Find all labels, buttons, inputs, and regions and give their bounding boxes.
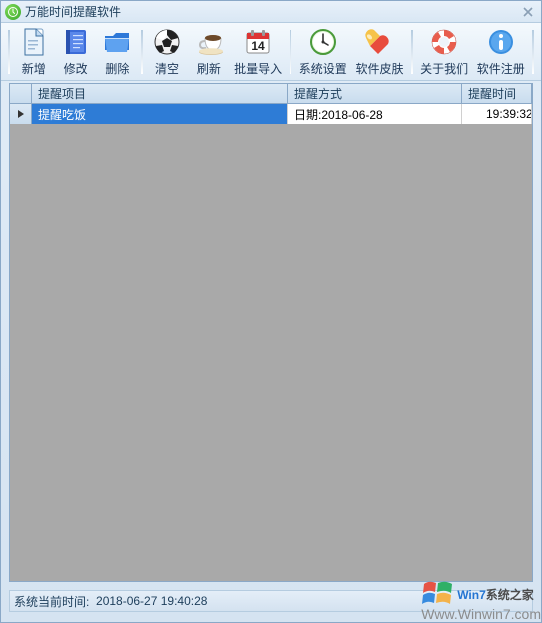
refresh-label: 刷新 xyxy=(197,60,221,77)
ball-icon xyxy=(151,26,183,58)
grid-body: 提醒吃饭 日期:2018-06-28 19:39:32 xyxy=(10,104,532,124)
settings-button[interactable]: 系统设置 xyxy=(294,23,351,80)
import-label: 批量导入 xyxy=(234,60,282,77)
clock-icon xyxy=(307,26,339,58)
edit-button[interactable]: 修改 xyxy=(55,23,97,80)
svg-text:14: 14 xyxy=(251,39,265,53)
separator xyxy=(141,30,143,74)
separator xyxy=(8,30,10,74)
cell-time[interactable]: 19:39:32 xyxy=(462,104,532,124)
edit-label: 修改 xyxy=(64,60,88,77)
titlebar: 万能时间提醒软件 xyxy=(1,1,541,23)
row-marker-header xyxy=(10,84,32,103)
import-button[interactable]: 14 批量导入 xyxy=(230,23,287,80)
table-row[interactable]: 提醒吃饭 日期:2018-06-28 19:39:32 xyxy=(10,104,532,124)
register-label: 软件注册 xyxy=(477,60,525,77)
document-icon xyxy=(18,26,50,58)
add-button[interactable]: 新增 xyxy=(13,23,55,80)
close-button[interactable] xyxy=(519,4,537,20)
col-header-method[interactable]: 提醒方式 xyxy=(288,84,462,103)
separator xyxy=(532,30,534,74)
statusbar: 系统当前时间: 2018-06-27 19:40:28 xyxy=(9,590,533,612)
info-icon xyxy=(485,26,517,58)
status-time: 2018-06-27 19:40:28 xyxy=(96,594,207,608)
calendar-icon: 14 xyxy=(242,26,274,58)
settings-label: 系统设置 xyxy=(299,60,347,77)
lifebuoy-icon xyxy=(428,26,460,58)
folder-icon xyxy=(101,26,133,58)
register-button[interactable]: 软件注册 xyxy=(472,23,529,80)
cell-method[interactable]: 日期:2018-06-28 xyxy=(288,104,462,124)
delete-button[interactable]: 删除 xyxy=(96,23,138,80)
delete-label: 删除 xyxy=(105,60,129,77)
cup-icon xyxy=(193,26,225,58)
add-label: 新增 xyxy=(22,60,46,77)
toolbar: 新增 修改 删除 清空 刷新 xyxy=(1,23,541,81)
app-window: 万能时间提醒软件 新增 修改 删除 xyxy=(0,0,542,623)
grid-header: 提醒项目 提醒方式 提醒时间 xyxy=(10,84,532,104)
pill-icon xyxy=(363,26,395,58)
skin-label: 软件皮肤 xyxy=(355,60,403,77)
skin-button[interactable]: 软件皮肤 xyxy=(351,23,408,80)
refresh-button[interactable]: 刷新 xyxy=(188,23,230,80)
col-header-name[interactable]: 提醒项目 xyxy=(32,84,288,103)
about-button[interactable]: 关于我们 xyxy=(416,23,473,80)
row-marker-icon xyxy=(10,104,32,124)
notebook-icon xyxy=(60,26,92,58)
about-label: 关于我们 xyxy=(420,60,468,77)
status-label: 系统当前时间: xyxy=(14,593,89,610)
cell-name[interactable]: 提醒吃饭 xyxy=(32,104,288,124)
grid-area: 提醒项目 提醒方式 提醒时间 提醒吃饭 日期:2018-06-28 19:39:… xyxy=(9,83,533,582)
app-title: 万能时间提醒软件 xyxy=(25,3,121,20)
separator xyxy=(411,30,413,74)
clear-label: 清空 xyxy=(155,60,179,77)
col-header-time[interactable]: 提醒时间 xyxy=(462,84,532,103)
separator xyxy=(290,30,292,74)
clear-button[interactable]: 清空 xyxy=(146,23,188,80)
app-icon xyxy=(5,4,21,20)
